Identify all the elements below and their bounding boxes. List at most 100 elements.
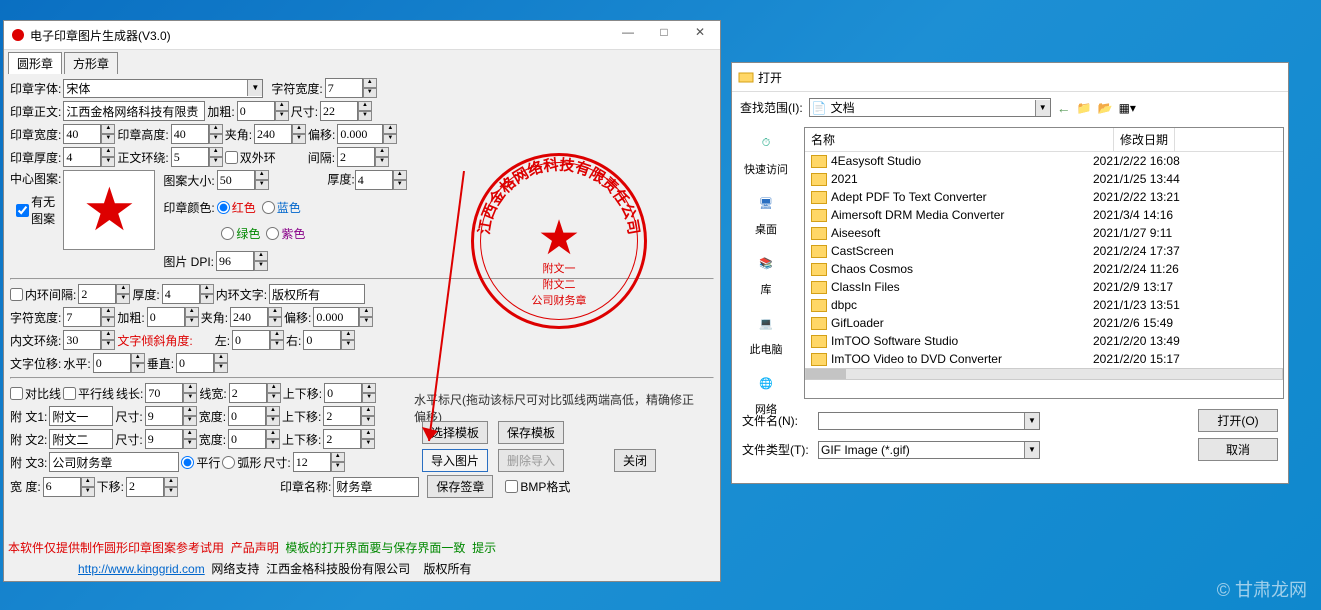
cancel-button[interactable]: 取消 <box>1198 438 1278 461</box>
a1u-input[interactable]: ▲▼ <box>323 406 375 426</box>
website-link[interactable]: http://www.kinggrid.com <box>78 562 205 576</box>
dialog-title: 打开 <box>758 69 1282 86</box>
font-select[interactable]: 宋体▼ <box>63 79 263 98</box>
flat-radio[interactable]: 平行 <box>181 454 220 471</box>
color-red-radio[interactable]: 红色 <box>217 199 256 216</box>
file-row[interactable]: ClassIn Files2021/2/9 13:17 <box>805 278 1283 296</box>
place-quick[interactable]: ⏱快速访问 <box>744 127 788 177</box>
thick2-input[interactable]: ▲▼ <box>355 170 407 190</box>
linelen-input[interactable]: ▲▼ <box>145 383 197 403</box>
cw2-input[interactable]: ▲▼ <box>63 307 115 327</box>
angle2-input[interactable]: ▲▼ <box>230 307 282 327</box>
place-desktop[interactable]: 🖥桌面 <box>750 187 782 237</box>
file-row[interactable]: ImTOO Video to DVD Converter2021/2/20 15… <box>805 350 1283 368</box>
tab-square[interactable]: 方形章 <box>64 52 118 74</box>
up-folder-icon[interactable]: 📁 <box>1077 101 1092 115</box>
size-input[interactable]: ▲▼ <box>320 101 372 121</box>
gap-input[interactable]: ▲▼ <box>337 147 389 167</box>
innerth-input[interactable]: ▲▼ <box>162 284 214 304</box>
diag-check[interactable]: 对比线 <box>10 385 61 402</box>
stampname-input[interactable] <box>333 477 419 497</box>
innergap-input[interactable]: ▲▼ <box>78 284 130 304</box>
ring-label: 正文环绕: <box>117 149 168 166</box>
file-row[interactable]: ImTOO Software Studio2021/2/20 13:49 <box>805 332 1283 350</box>
color-green-radio[interactable]: 绿色 <box>221 225 260 242</box>
a3-input[interactable] <box>49 452 179 472</box>
a2u-input[interactable]: ▲▼ <box>323 429 375 449</box>
filetype-select[interactable]: GIF Image (*.gif)▼ <box>818 441 1040 459</box>
import-image-button[interactable]: 导入图片 <box>422 449 488 472</box>
open-button[interactable]: 打开(O) <box>1198 409 1278 432</box>
deg-input[interactable]: ▲▼ <box>43 477 95 497</box>
new-folder-icon[interactable]: 📂 <box>1098 101 1113 115</box>
a1-input[interactable] <box>49 406 113 426</box>
maximize-button[interactable]: □ <box>650 25 678 45</box>
iring-input[interactable]: ▲▼ <box>63 330 115 350</box>
bold2-input[interactable]: ▲▼ <box>147 307 199 327</box>
patsize-input[interactable]: ▲▼ <box>217 170 269 190</box>
back-icon[interactable]: ← <box>1057 100 1071 116</box>
hshift-input[interactable]: ▲▼ <box>93 353 145 373</box>
color-blue-radio[interactable]: 蓝色 <box>262 199 301 216</box>
file-list[interactable]: 名称 修改日期 4Easysoft Studio2021/2/22 16:082… <box>804 127 1284 399</box>
save-stamp-button[interactable]: 保存签章 <box>427 475 493 498</box>
place-network[interactable]: 🌐网络 <box>750 367 782 417</box>
para-check[interactable]: 平行线 <box>63 385 114 402</box>
a1w-input[interactable]: ▲▼ <box>228 406 280 426</box>
tab-circle[interactable]: 圆形章 <box>8 52 62 74</box>
a3s-input[interactable]: ▲▼ <box>293 452 345 472</box>
has-pattern-check[interactable]: 有无 图案 <box>16 193 55 227</box>
a2-input[interactable] <box>49 429 113 449</box>
file-row[interactable]: CastScreen2021/2/24 17:37 <box>805 242 1283 260</box>
ring-input[interactable]: ▲▼ <box>171 147 223 167</box>
save-template-button[interactable]: 保存模板 <box>498 421 564 444</box>
a1s-input[interactable]: ▲▼ <box>145 406 197 426</box>
minimize-button[interactable]: — <box>614 25 642 45</box>
charw-input[interactable]: ▲▼ <box>325 78 377 98</box>
bmp-check[interactable]: BMP格式 <box>505 478 570 495</box>
col-date[interactable]: 修改日期 <box>1114 128 1175 151</box>
file-row[interactable]: GifLoader2021/2/6 15:49 <box>805 314 1283 332</box>
thick-input[interactable]: ▲▼ <box>63 147 115 167</box>
color-purple-radio[interactable]: 紫色 <box>266 225 305 242</box>
close-button-2[interactable]: 关闭 <box>614 449 656 472</box>
body-input[interactable] <box>63 101 205 121</box>
angle-input[interactable]: ▲▼ <box>254 124 306 144</box>
innertxt-input[interactable] <box>269 284 365 304</box>
view-menu-icon[interactable]: ▦▾ <box>1119 101 1136 115</box>
bold-input[interactable]: ▲▼ <box>237 101 289 121</box>
arc-radio[interactable]: 弧形 <box>222 454 261 471</box>
linew-input[interactable]: ▲▼ <box>229 383 281 403</box>
scope-select[interactable]: 📄 文档▼ <box>809 98 1051 117</box>
file-row[interactable]: Chaos Cosmos2021/2/24 11:26 <box>805 260 1283 278</box>
window-title: 电子印章图片生成器(V3.0) <box>30 27 614 44</box>
a2s-input[interactable]: ▲▼ <box>145 429 197 449</box>
right-input[interactable]: ▲▼ <box>303 330 355 350</box>
file-row[interactable]: Aimersoft DRM Media Converter2021/3/4 14… <box>805 206 1283 224</box>
close-button[interactable]: ✕ <box>686 25 714 45</box>
off2-input[interactable]: ▲▼ <box>313 307 373 327</box>
double-ring-check[interactable]: 双外环 <box>225 149 276 166</box>
file-row[interactable]: Aiseesoft2021/1/27 9:11 <box>805 224 1283 242</box>
place-library[interactable]: 📚库 <box>750 247 782 297</box>
file-row[interactable]: 20212021/1/25 13:44 <box>805 170 1283 188</box>
file-row[interactable]: 4Easysoft Studio2021/2/22 16:08 <box>805 152 1283 170</box>
left-input[interactable]: ▲▼ <box>232 330 284 350</box>
filename-input[interactable]: ▼ <box>818 412 1040 430</box>
col-name[interactable]: 名称 <box>805 128 1114 151</box>
delete-import-button[interactable]: 删除导入 <box>498 449 564 472</box>
file-row[interactable]: Adept PDF To Text Converter2021/2/22 13:… <box>805 188 1283 206</box>
file-row[interactable]: dbpc2021/1/23 13:51 <box>805 296 1283 314</box>
choose-template-button[interactable]: 选择模板 <box>422 421 488 444</box>
up-input[interactable]: ▲▼ <box>324 383 376 403</box>
vshift-input[interactable]: ▲▼ <box>176 353 228 373</box>
offset-input[interactable]: ▲▼ <box>337 124 397 144</box>
h-scrollbar[interactable] <box>805 368 1283 380</box>
dpi-input[interactable]: ▲▼ <box>216 251 268 271</box>
down-input[interactable]: ▲▼ <box>126 477 178 497</box>
place-thispc[interactable]: 💻此电脑 <box>750 307 783 357</box>
innergap-check[interactable]: 内环间隔: <box>10 286 76 303</box>
height-input[interactable]: ▲▼ <box>171 124 223 144</box>
width-input[interactable]: ▲▼ <box>63 124 115 144</box>
a2w-input[interactable]: ▲▼ <box>228 429 280 449</box>
